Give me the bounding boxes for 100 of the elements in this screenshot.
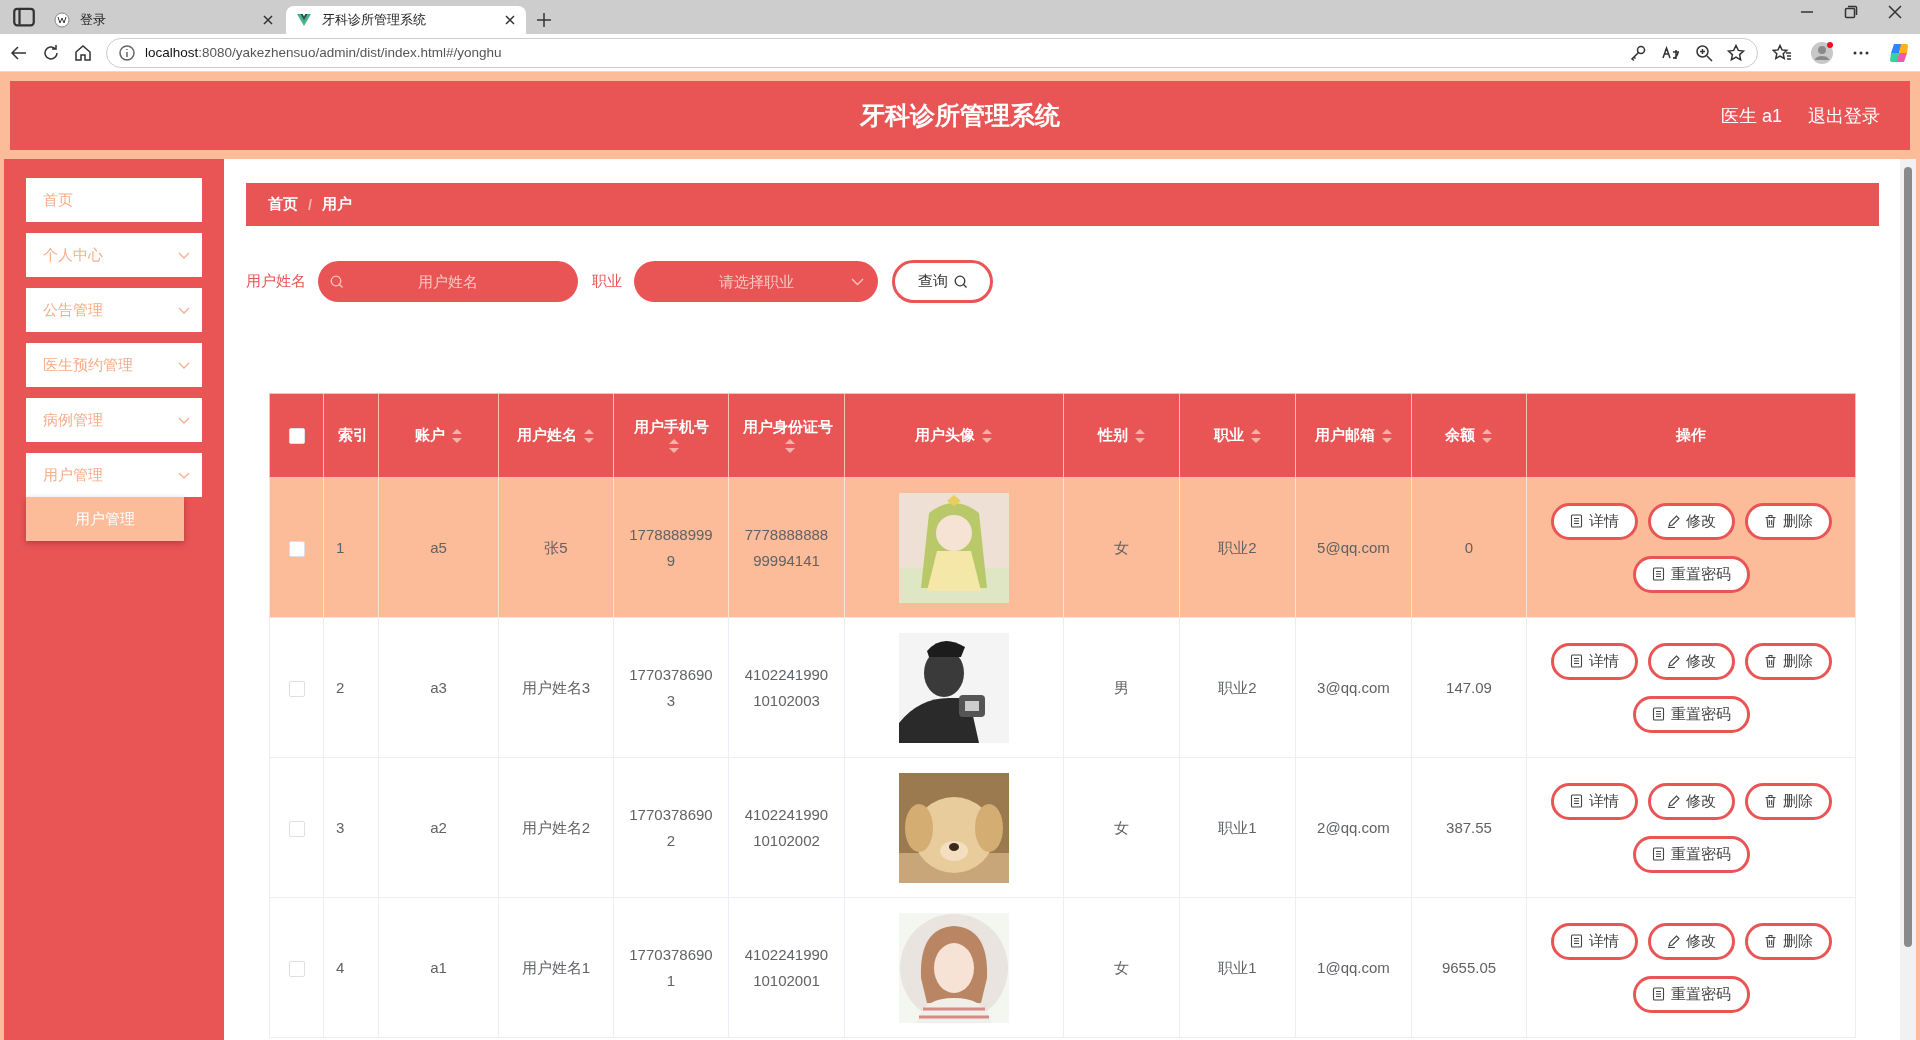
chevron-down-icon [178,251,190,259]
column-header[interactable]: 用户邮箱 [1295,393,1412,478]
table-cell: a2 [378,757,499,898]
close-icon[interactable] [504,14,516,26]
table-cell: 387.55 [1411,757,1527,898]
action-button[interactable]: 详情 [1550,782,1638,820]
search-icon [954,275,967,288]
column-header[interactable]: 用户头像 [844,393,1064,478]
breadcrumb-item[interactable]: 首页 [268,195,298,214]
row-checkbox[interactable] [288,540,305,557]
pencil-icon [1666,654,1680,668]
column-header[interactable]: 用户身份证号 [728,393,845,478]
action-button[interactable]: 重置密码 [1632,555,1750,593]
action-button[interactable]: 删除 [1744,642,1832,680]
column-header[interactable]: 余额 [1411,393,1527,478]
trash-icon [1763,654,1777,668]
scrollbar[interactable] [1900,159,1916,1040]
column-header[interactable]: 账户 [378,393,499,478]
select-all-checkbox[interactable] [288,428,305,445]
row-checkbox[interactable] [288,820,305,837]
action-button[interactable]: 详情 [1550,922,1638,960]
table-cell: 用户姓名2 [498,757,614,898]
document-icon [1569,934,1583,948]
action-button[interactable]: 修改 [1647,922,1735,960]
trash-icon [1763,794,1777,808]
table-cell: 2@qq.com [1295,757,1412,898]
action-button[interactable]: 详情 [1550,502,1638,540]
read-aloud-icon[interactable] [1661,43,1681,62]
table-cell: 职业2 [1179,477,1296,618]
menu-item[interactable]: 公告管理 [26,288,202,332]
column-header[interactable]: 职业 [1179,393,1296,478]
document-icon [1569,794,1583,808]
menu-item[interactable]: 医生预约管理 [26,343,202,387]
table-cell: a1 [378,897,499,1038]
select-field[interactable]: 请选择职业 [634,261,878,302]
key-icon[interactable] [1629,43,1647,62]
menu-item[interactable]: 首页 [26,178,202,222]
action-button[interactable]: 重置密码 [1632,835,1750,873]
new-tab-icon[interactable] [536,12,552,28]
back-icon[interactable] [10,43,28,62]
breadcrumb-item[interactable]: 用户 [322,195,353,214]
logout-link[interactable]: 退出登录 [1808,103,1880,128]
star-icon[interactable] [1727,43,1745,62]
favorites-icon[interactable] [1772,43,1792,62]
row-checkbox[interactable] [288,960,305,977]
refresh-icon[interactable] [42,43,60,62]
trash-icon [1763,934,1777,948]
action-button[interactable]: 修改 [1647,502,1735,540]
profile-icon[interactable] [1810,40,1834,65]
document-icon [1569,514,1583,528]
table-cell: 用户姓名1 [498,897,614,1038]
tab-actions-icon[interactable] [12,5,36,29]
row-checkbox[interactable] [288,680,305,697]
app-title: 牙科诊所管理系统 [860,100,1060,131]
document-icon [1651,707,1665,721]
action-button[interactable]: 删除 [1744,922,1832,960]
zoom-in-icon[interactable] [1695,43,1713,62]
column-header[interactable]: 性别 [1063,393,1180,478]
menu-item[interactable]: 用户管理 [26,453,202,497]
home-icon[interactable] [74,43,92,62]
chevron-down-icon [178,471,190,479]
table-cell: 张5 [498,477,614,618]
column-header[interactable]: 用户姓名 [498,393,614,478]
browser-tab[interactable]: 登录 [44,6,284,34]
document-icon [1651,847,1665,861]
tab-title: 牙科诊所管理系统 [322,11,427,29]
action-button[interactable]: 重置密码 [1632,695,1750,733]
chevron-down-icon [178,361,190,369]
document-icon [1651,987,1665,1001]
table-cell: 女 [1063,477,1180,618]
scrollbar-thumb[interactable] [1904,167,1912,947]
close-icon[interactable] [1888,5,1902,19]
column-header[interactable]: 操作 [1526,393,1856,478]
column-header[interactable]: 索引 [323,393,379,478]
browser-tab[interactable]: 牙科诊所管理系统 [286,6,526,34]
chevron-down-icon [851,278,864,286]
search-button[interactable]: 查询 [892,260,993,303]
table-cell: 17788889999 [613,477,729,618]
restore-icon[interactable] [1844,5,1858,19]
table-cell: 3 [323,757,379,898]
chevron-down-icon [178,416,190,424]
v-logo-icon [296,12,312,28]
menu-item[interactable]: 个人中心 [26,233,202,277]
copilot-icon[interactable] [1888,41,1910,64]
action-button[interactable]: 删除 [1744,782,1832,820]
action-button[interactable]: 修改 [1647,782,1735,820]
action-button[interactable]: 详情 [1550,642,1638,680]
column-header[interactable]: 用户手机号 [613,393,729,478]
info-icon [119,44,135,61]
action-button[interactable]: 删除 [1744,502,1832,540]
table-cell: 2 [323,617,379,758]
action-button[interactable]: 修改 [1647,642,1735,680]
field-label: 职业 [592,272,622,291]
menu-item[interactable]: 病例管理 [26,398,202,442]
action-button[interactable]: 重置密码 [1632,975,1750,1013]
table-cell: 女 [1063,897,1180,1038]
pencil-icon [1666,934,1680,948]
document-icon [1569,654,1583,668]
search-field[interactable]: 用户姓名 [318,261,578,302]
close-icon[interactable] [262,14,274,26]
